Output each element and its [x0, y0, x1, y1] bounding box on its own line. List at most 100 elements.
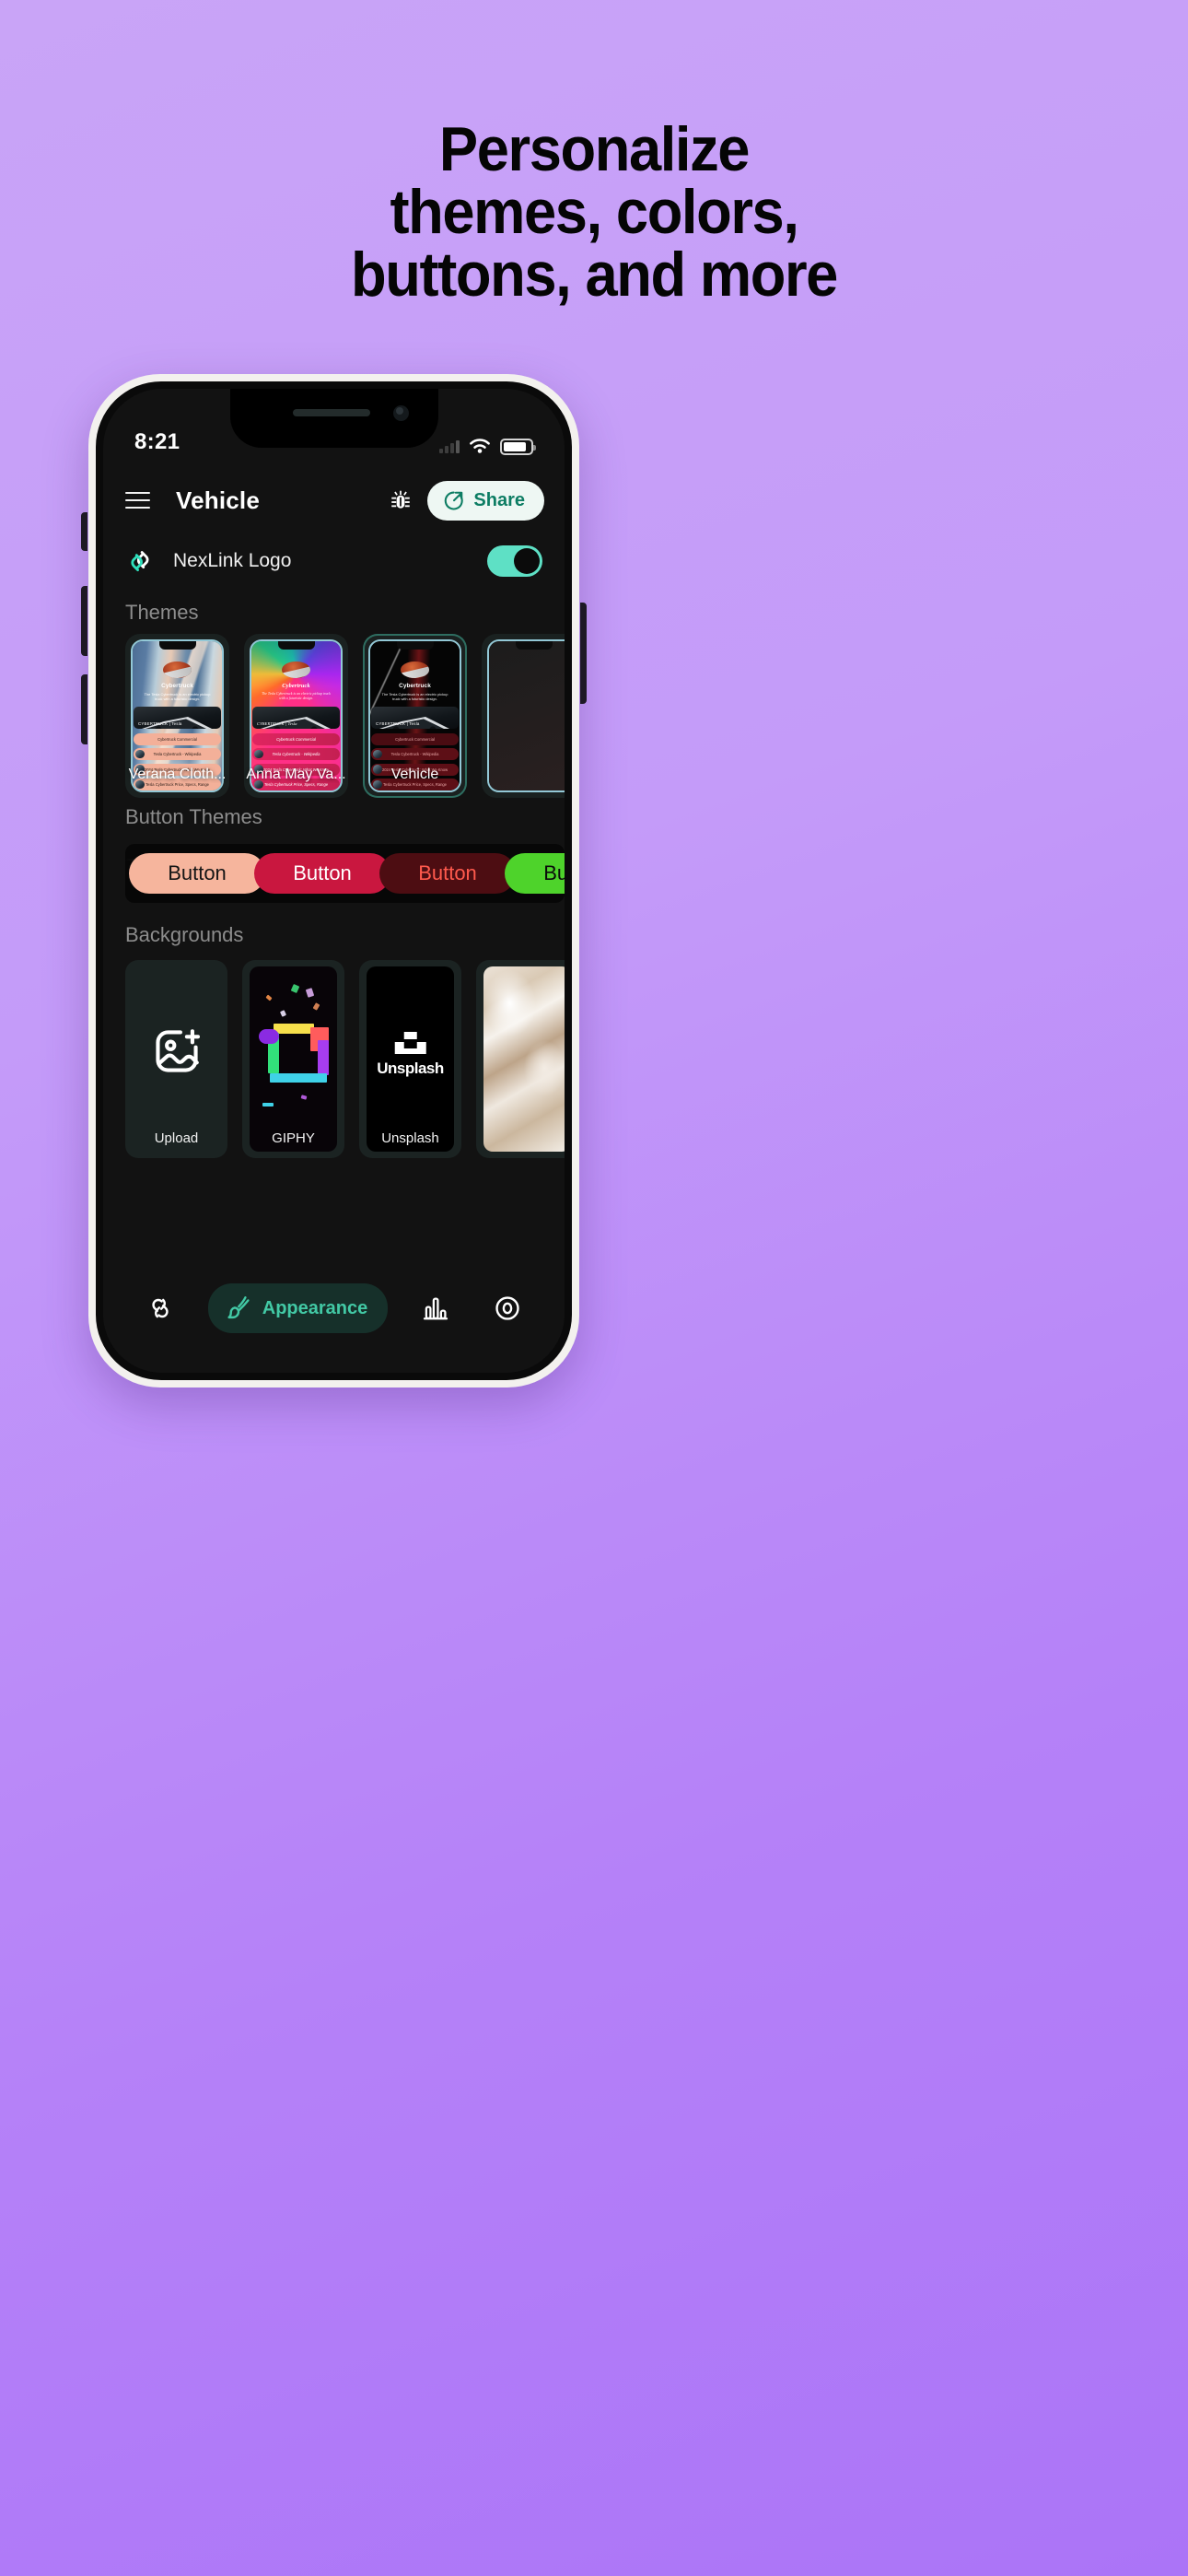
headline-line-1: Personalize — [438, 114, 751, 184]
background-option-photo[interactable] — [476, 960, 565, 1158]
mini-notch — [396, 641, 434, 650]
preview-description: The Tesla Cybertruck is an electric pick… — [262, 691, 331, 701]
preview-title: Cybertruck — [399, 682, 431, 689]
marble-photo — [483, 966, 565, 1152]
phone-bezel: 8:21 Vehicle Share NexLink Logo Themes C… — [96, 381, 572, 1380]
preview-description: The Tesla Cybertruck is an electric pick… — [381, 691, 448, 702]
themes-carousel[interactable]: Cybertruck The Tesla Cybertruck is an el… — [103, 634, 565, 798]
link-label: Tesla Cybertruck - Wikipedia — [153, 752, 202, 756]
avatar — [401, 662, 429, 678]
link-label: Tesla Cybertruck - Wikipedia — [390, 752, 439, 756]
bug-icon[interactable] — [389, 488, 413, 512]
preview-description: The Tesla Cybertruck is an electric pick… — [144, 691, 211, 702]
nexlink-logo-label: NexLink Logo — [173, 550, 292, 571]
avatar — [163, 662, 192, 678]
phone-volume-up-button[interactable] — [81, 586, 87, 656]
giphy-preview — [250, 966, 337, 1152]
status-bar-time: 8:21 — [134, 429, 181, 454]
phone-power-button[interactable] — [580, 603, 587, 704]
backgrounds-carousel[interactable]: Upload GIPHY Unsplash Unsplash — [103, 960, 565, 1158]
preview-hero-card: CYBERTRUCK | Tesla — [134, 706, 221, 729]
giphy-animation — [259, 983, 329, 1107]
link-thumbnail — [254, 749, 263, 759]
theme-card-next[interactable] — [482, 634, 565, 798]
button-theme-crimson[interactable]: Button — [254, 853, 390, 894]
tab-appearance-label: Appearance — [262, 1297, 368, 1318]
mini-notch — [158, 641, 196, 650]
bottom-navigation: Appearance — [103, 1266, 565, 1373]
eye-preview-icon — [495, 1296, 519, 1320]
background-option-upload[interactable]: Upload — [125, 960, 227, 1158]
button-theme-darkred[interactable]: Button — [379, 853, 516, 894]
list-item: Tesla Cybertruck - Wikipedia — [252, 748, 340, 760]
unsplash-preview: Unsplash — [367, 966, 454, 1152]
button-themes-strip: Button Button Button Button — [125, 844, 565, 903]
unsplash-glyph — [394, 1031, 426, 1054]
backgrounds-section-title: Backgrounds — [125, 923, 244, 946]
share-arrow-icon — [445, 491, 464, 509]
image-plus-icon — [155, 1028, 200, 1072]
promo-headline: Personalize themes, colors, buttons, and… — [41, 118, 1147, 306]
button-theme-green[interactable]: Button — [505, 853, 565, 894]
hamburger-menu-icon[interactable] — [125, 492, 150, 509]
preview-hero-caption: CYBERTRUCK | Tesla — [376, 720, 420, 726]
preview-title: Cybertruck — [161, 682, 193, 689]
preview-hero-caption: CYBERTRUCK | Tesla — [138, 720, 182, 726]
link-label: Cybertruck Commercial — [395, 736, 435, 742]
preview-hero-card: CYBERTRUCK | Tesla — [371, 706, 459, 729]
list-item: Cybertruck Commercial — [252, 732, 340, 745]
list-item: Tesla Cybertruck - Wikipedia — [134, 748, 221, 760]
background-option-giphy[interactable]: GIPHY — [242, 960, 344, 1158]
photo-preview — [483, 966, 565, 1152]
nexlink-logo-row[interactable]: NexLink Logo — [103, 531, 565, 593]
mini-notch — [277, 641, 315, 650]
link-thumbnail — [135, 749, 145, 759]
tab-analytics[interactable] — [412, 1284, 460, 1332]
list-item: Tesla Cybertruck - Wikipedia — [371, 748, 459, 760]
phone-screen: 8:21 Vehicle Share NexLink Logo Themes C… — [103, 389, 565, 1373]
avatar — [282, 662, 310, 678]
background-label: Upload — [154, 1130, 199, 1146]
background-label: GIPHY — [272, 1130, 315, 1146]
wifi-icon — [470, 439, 490, 453]
themes-section-title: Themes — [125, 601, 199, 624]
theme-card-vehicle[interactable]: Cybertruck The Tesla Cybertruck is an el… — [363, 634, 467, 798]
link-label: Cybertruck Commercial — [276, 736, 316, 742]
app-content: NexLink Logo Themes Cybertruck The Tesla… — [103, 531, 565, 1373]
link-thumbnail — [373, 749, 382, 759]
button-themes-carousel[interactable]: Button Button Button Button — [103, 844, 565, 903]
theme-card-verana[interactable]: Cybertruck The Tesla Cybertruck is an el… — [125, 634, 229, 798]
share-button[interactable]: Share — [427, 480, 544, 521]
list-item: Cybertruck Commercial — [134, 732, 221, 745]
button-themes-section-title: Button Themes — [125, 805, 262, 828]
page-title: Vehicle — [176, 486, 261, 514]
background-option-unsplash[interactable]: Unsplash Unsplash — [359, 960, 461, 1158]
mini-notch — [515, 641, 553, 650]
phone-mockup: 8:21 Vehicle Share NexLink Logo Themes C… — [88, 374, 579, 1388]
status-bar: 8:21 — [103, 389, 565, 470]
links-icon — [152, 1298, 169, 1318]
nexlink-logo-toggle[interactable] — [487, 545, 542, 577]
theme-label: Verana Cloth... — [128, 767, 227, 782]
background-label: Unsplash — [381, 1130, 439, 1146]
phone-volume-down-button[interactable] — [81, 674, 87, 744]
phone-silence-switch[interactable] — [81, 512, 87, 551]
paintbrush-icon — [227, 1296, 250, 1319]
battery-icon — [500, 438, 536, 455]
bar-chart-icon — [424, 1297, 448, 1320]
tab-appearance[interactable]: Appearance — [207, 1283, 389, 1333]
chain-link-icon — [131, 551, 149, 571]
share-button-label: Share — [473, 489, 525, 510]
button-theme-peach[interactable]: Button — [129, 853, 265, 894]
theme-card-anna-may[interactable]: Cybertruck The Tesla Cybertruck is an el… — [244, 634, 348, 798]
preview-hero-card: CYBERTRUCK | Tesla — [252, 706, 340, 729]
link-label: Tesla Cybertruck - Wikipedia — [272, 752, 320, 756]
cellular-signal-icon — [439, 439, 460, 453]
app-header: Vehicle Share — [103, 470, 565, 531]
theme-background — [489, 641, 565, 790]
tab-links[interactable] — [136, 1284, 184, 1332]
tab-preview[interactable] — [483, 1284, 531, 1332]
unsplash-logo: Unsplash — [377, 1031, 444, 1078]
preview-hero-caption: CYBERTRUCK | Tesla — [257, 720, 297, 726]
status-bar-indicators — [439, 438, 536, 455]
